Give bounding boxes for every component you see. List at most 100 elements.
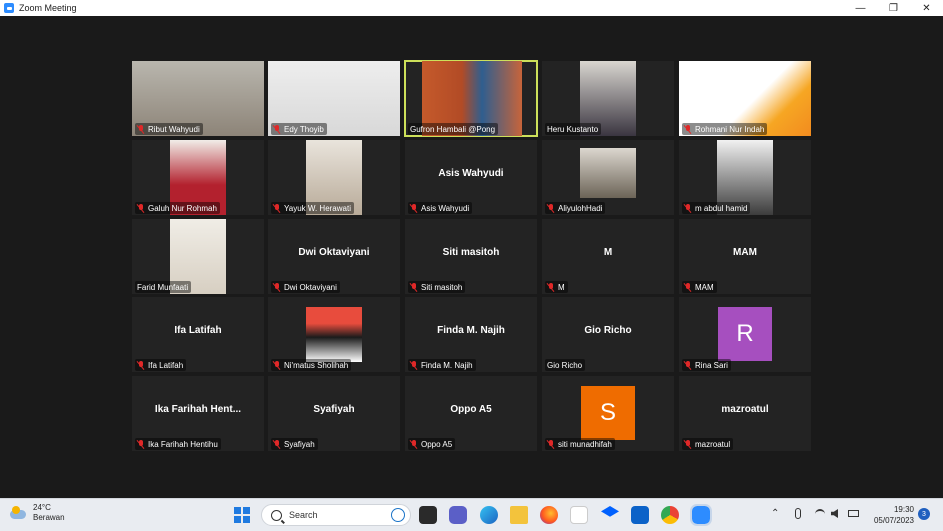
participant-name-label: Dwi Oktaviyani xyxy=(271,281,340,293)
mic-muted-icon xyxy=(273,203,281,213)
volume-icon[interactable] xyxy=(831,509,838,518)
participant-name-label: Ika Farihah Hentihu xyxy=(135,438,221,450)
participant-name-label: Edy Thoyib xyxy=(271,123,327,135)
participant-tile[interactable]: Farid Munfaati xyxy=(132,219,264,294)
task-view-icon[interactable] xyxy=(419,506,437,524)
participant-tile[interactable]: Oppo A5 Oppo A5 xyxy=(405,376,537,451)
microsoft-store-icon[interactable] xyxy=(631,506,649,524)
participant-center-name: Ifa Latifah xyxy=(174,325,222,336)
participant-video xyxy=(580,148,636,198)
weather-widget[interactable]: 24°C Berawan xyxy=(10,503,65,523)
participant-center-name: Gio Richo xyxy=(584,325,632,336)
participant-tile[interactable]: Ni'matus Sholihah xyxy=(268,297,400,372)
taskbar-clock[interactable]: 19:30 05/07/2023 xyxy=(866,504,914,526)
participant-name-label: Gio Richo xyxy=(545,359,586,371)
participant-tile[interactable]: m abdul hamid xyxy=(679,140,811,215)
bing-icon[interactable] xyxy=(391,508,405,522)
notification-badge[interactable]: 3 xyxy=(918,508,930,520)
taskbar-search[interactable]: Search xyxy=(261,504,411,526)
participant-tile[interactable]: Ifa Latifah Ifa Latifah xyxy=(132,297,264,372)
participant-name-label: Siti masitoh xyxy=(408,281,466,293)
participant-name: mazroatul xyxy=(695,439,731,449)
participant-tile[interactable]: Siti masitoh Siti masitoh xyxy=(405,219,537,294)
participant-center-name: Asis Wahyudi xyxy=(438,168,504,179)
participant-tile[interactable]: MAM MAM xyxy=(679,219,811,294)
participant-center-name: MAM xyxy=(733,247,757,258)
participant-tile[interactable]: Galuh Nur Rohmah xyxy=(132,140,264,215)
participant-name: Galuh Nur Rohmah xyxy=(148,203,217,213)
participant-name: Farid Munfaati xyxy=(137,282,189,292)
participant-name: siti munadhifah xyxy=(558,439,612,449)
participant-name-label: M xyxy=(545,281,568,293)
participant-name-label: Rohmani Nur Indah xyxy=(682,123,768,135)
participant-center-name: Dwi Oktaviyani xyxy=(298,247,370,258)
chrome-icon[interactable] xyxy=(661,506,679,524)
close-button[interactable]: ✕ xyxy=(910,0,943,16)
mic-muted-icon xyxy=(684,124,692,134)
dropbox-icon[interactable] xyxy=(601,506,619,517)
participant-tile[interactable]: Finda M. Najih Finda M. Najih xyxy=(405,297,537,372)
participant-name-label: Ni'matus Sholihah xyxy=(271,359,352,371)
participant-name-label: m abdul hamid xyxy=(682,202,751,214)
search-icon xyxy=(271,509,282,521)
participant-tile[interactable]: AliyulohHadi xyxy=(542,140,674,215)
participant-name: Ifa Latifah xyxy=(148,360,184,370)
tray-overflow-icon[interactable]: ⌃ xyxy=(771,508,779,519)
participant-tile[interactable]: Dwi Oktaviyani Dwi Oktaviyani xyxy=(268,219,400,294)
mic-muted-icon xyxy=(410,282,418,292)
participant-name: Heru Kustanto xyxy=(547,124,599,134)
maximize-button[interactable]: ❐ xyxy=(877,0,910,16)
participant-name: Gio Richo xyxy=(547,360,583,370)
participant-name: Ika Farihah Hentihu xyxy=(148,439,218,449)
teams-chat-icon[interactable] xyxy=(449,506,467,524)
participant-center-name: Finda M. Najih xyxy=(437,325,505,336)
participant-name: Edy Thoyib xyxy=(284,124,324,134)
minimize-button[interactable]: — xyxy=(844,0,877,16)
edge-browser-icon[interactable] xyxy=(480,506,498,524)
participant-name-label: Gufron Hambali @Pong xyxy=(408,123,499,135)
participant-video xyxy=(306,307,362,362)
participant-name: Gufron Hambali @Pong xyxy=(410,124,496,134)
participant-tile[interactable]: Gufron Hambali @Pong xyxy=(404,60,538,137)
participant-tile[interactable]: mazroatul mazroatul xyxy=(679,376,811,451)
participant-name: Siti masitoh xyxy=(421,282,463,292)
mic-muted-icon xyxy=(410,203,418,213)
microphone-icon[interactable] xyxy=(795,508,801,519)
participant-center-name: M xyxy=(603,247,613,258)
participant-name: Syafiyah xyxy=(284,439,315,449)
participant-tile[interactable]: Gio Richo Gio Richo xyxy=(542,297,674,372)
participant-name: Yayuk W. Herawati xyxy=(284,203,351,213)
firefox-icon[interactable] xyxy=(540,506,558,524)
amazon-icon[interactable] xyxy=(570,506,588,524)
participant-tile[interactable]: Ssiti munadhifah xyxy=(542,376,674,451)
participant-name-label: Asis Wahyudi xyxy=(408,202,473,214)
wifi-icon[interactable] xyxy=(815,509,825,519)
battery-icon[interactable] xyxy=(848,510,859,517)
participant-name: MAM xyxy=(695,282,714,292)
search-placeholder: Search xyxy=(289,510,318,520)
participant-tile[interactable]: Edy Thoyib xyxy=(268,61,400,136)
weather-condition: Berawan xyxy=(33,513,65,522)
participant-tile[interactable]: R Rina Sari xyxy=(679,297,811,372)
participant-tile[interactable]: Ribut Wahyudi xyxy=(132,61,264,136)
zoom-taskbar-icon[interactable] xyxy=(690,504,712,526)
participant-name: AliyulohHadi xyxy=(558,203,603,213)
participant-name-label: AliyulohHadi xyxy=(545,202,606,214)
cloud-sun-icon xyxy=(10,506,28,520)
participant-tile[interactable]: Heru Kustanto xyxy=(542,61,674,136)
file-explorer-icon[interactable] xyxy=(510,506,528,524)
participant-tile[interactable]: MM xyxy=(542,219,674,294)
mic-muted-icon xyxy=(684,360,692,370)
participant-avatar: S xyxy=(581,386,635,440)
participant-name-label: Syafiyah xyxy=(271,438,318,450)
participant-tile[interactable]: Syafiyah Syafiyah xyxy=(268,376,400,451)
participant-name-label: mazroatul xyxy=(682,438,734,450)
mic-muted-icon xyxy=(410,360,418,370)
participant-tile[interactable]: Asis Wahyudi Asis Wahyudi xyxy=(405,140,537,215)
participant-tile[interactable]: Yayuk W. Herawati xyxy=(268,140,400,215)
mic-muted-icon xyxy=(547,203,555,213)
participant-tile[interactable]: Ika Farihah Hent... Ika Farihah Hentihu xyxy=(132,376,264,451)
windows-start-icon[interactable] xyxy=(234,507,250,523)
mic-muted-icon xyxy=(547,439,555,449)
participant-tile[interactable]: Rohmani Nur Indah xyxy=(679,61,811,136)
